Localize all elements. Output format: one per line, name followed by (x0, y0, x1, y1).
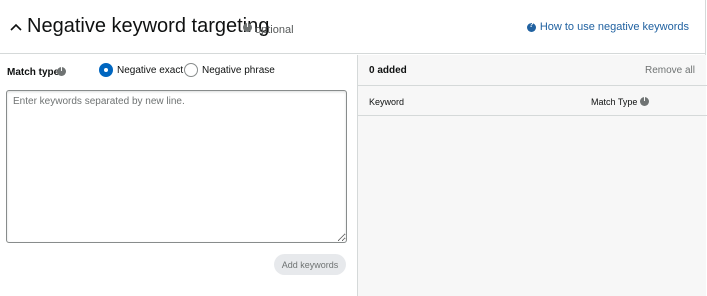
match-type-label: Match type (7, 67, 60, 78)
remove-all-link[interactable]: Remove all (645, 65, 695, 76)
radio-negative-phrase[interactable]: Negative phrase (184, 63, 275, 77)
column-header-keyword: Keyword (369, 97, 405, 107)
table-header: Keyword Match Type (358, 87, 707, 116)
help-question-icon (526, 22, 536, 32)
radio-button-selected[interactable] (99, 63, 113, 77)
negative-keyword-card: Negative keyword targeting optional How … (0, 0, 707, 296)
keywords-textarea[interactable] (6, 90, 347, 243)
radio-negative-exact[interactable]: Negative exact (99, 63, 183, 77)
chevron-up-icon[interactable] (9, 22, 23, 32)
section-header: Negative keyword targeting optional How … (0, 0, 706, 54)
radio-button[interactable] (184, 63, 198, 77)
how-to-link[interactable]: How to use negative keywords (526, 21, 689, 33)
keyword-entry-panel: Match type Negative exact Negative phras… (0, 55, 357, 296)
added-summary-bar: 0 added Remove all (358, 55, 707, 86)
info-icon[interactable] (243, 22, 252, 32)
how-to-link-label: How to use negative keywords (539, 21, 689, 33)
section-title: Negative keyword targeting (27, 15, 270, 37)
info-icon[interactable] (640, 96, 649, 106)
add-keywords-button[interactable]: Add keywords (274, 254, 346, 275)
optional-label: optional (255, 24, 294, 36)
added-count: 0 added (369, 65, 407, 76)
info-icon[interactable] (57, 66, 66, 76)
added-keywords-panel: 0 added Remove all Keyword Match Type (357, 55, 707, 296)
radio-label: Negative phrase (202, 64, 275, 76)
column-header-match-type: Match Type (591, 97, 638, 107)
radio-label: Negative exact (117, 64, 184, 76)
